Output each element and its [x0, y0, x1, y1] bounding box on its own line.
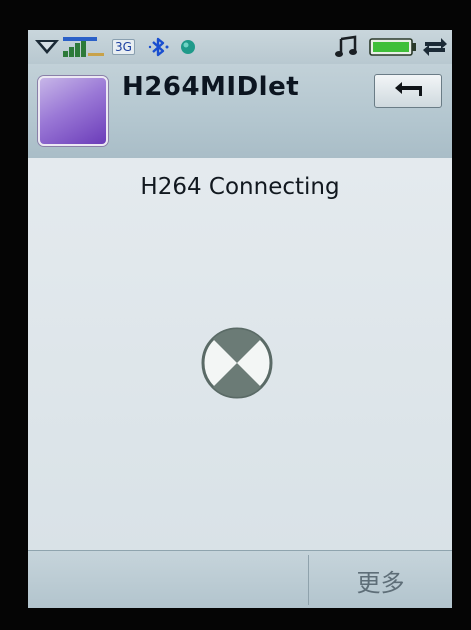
app-title: H264MIDlet — [122, 72, 300, 102]
sync-icon — [422, 30, 448, 64]
status-bar: 3G — [28, 30, 452, 64]
main-content: H264 Connecting — [28, 158, 452, 550]
softkey-bar: 更多 — [28, 550, 452, 608]
back-arrow-icon — [393, 80, 423, 102]
network-type-badge: 3G — [112, 30, 135, 64]
left-softkey[interactable] — [28, 551, 308, 608]
network-type-label: 3G — [112, 39, 135, 55]
signal-strength-icon — [62, 30, 106, 64]
music-note-icon — [334, 30, 360, 64]
internet-globe-icon — [180, 30, 196, 64]
title-bar: H264MIDlet — [28, 64, 452, 159]
loading-spinner-icon — [200, 326, 274, 400]
app-icon — [38, 76, 108, 146]
signal-arrow-icon — [34, 30, 60, 64]
connecting-status-text: H264 Connecting — [140, 174, 340, 200]
battery-icon — [368, 30, 418, 64]
more-softkey[interactable]: 更多 — [309, 551, 452, 608]
back-button[interactable] — [374, 74, 442, 108]
bluetooth-icon — [147, 30, 171, 64]
phone-screen: 3G H264MIDlet H264 Connecting 更多 — [28, 30, 452, 608]
